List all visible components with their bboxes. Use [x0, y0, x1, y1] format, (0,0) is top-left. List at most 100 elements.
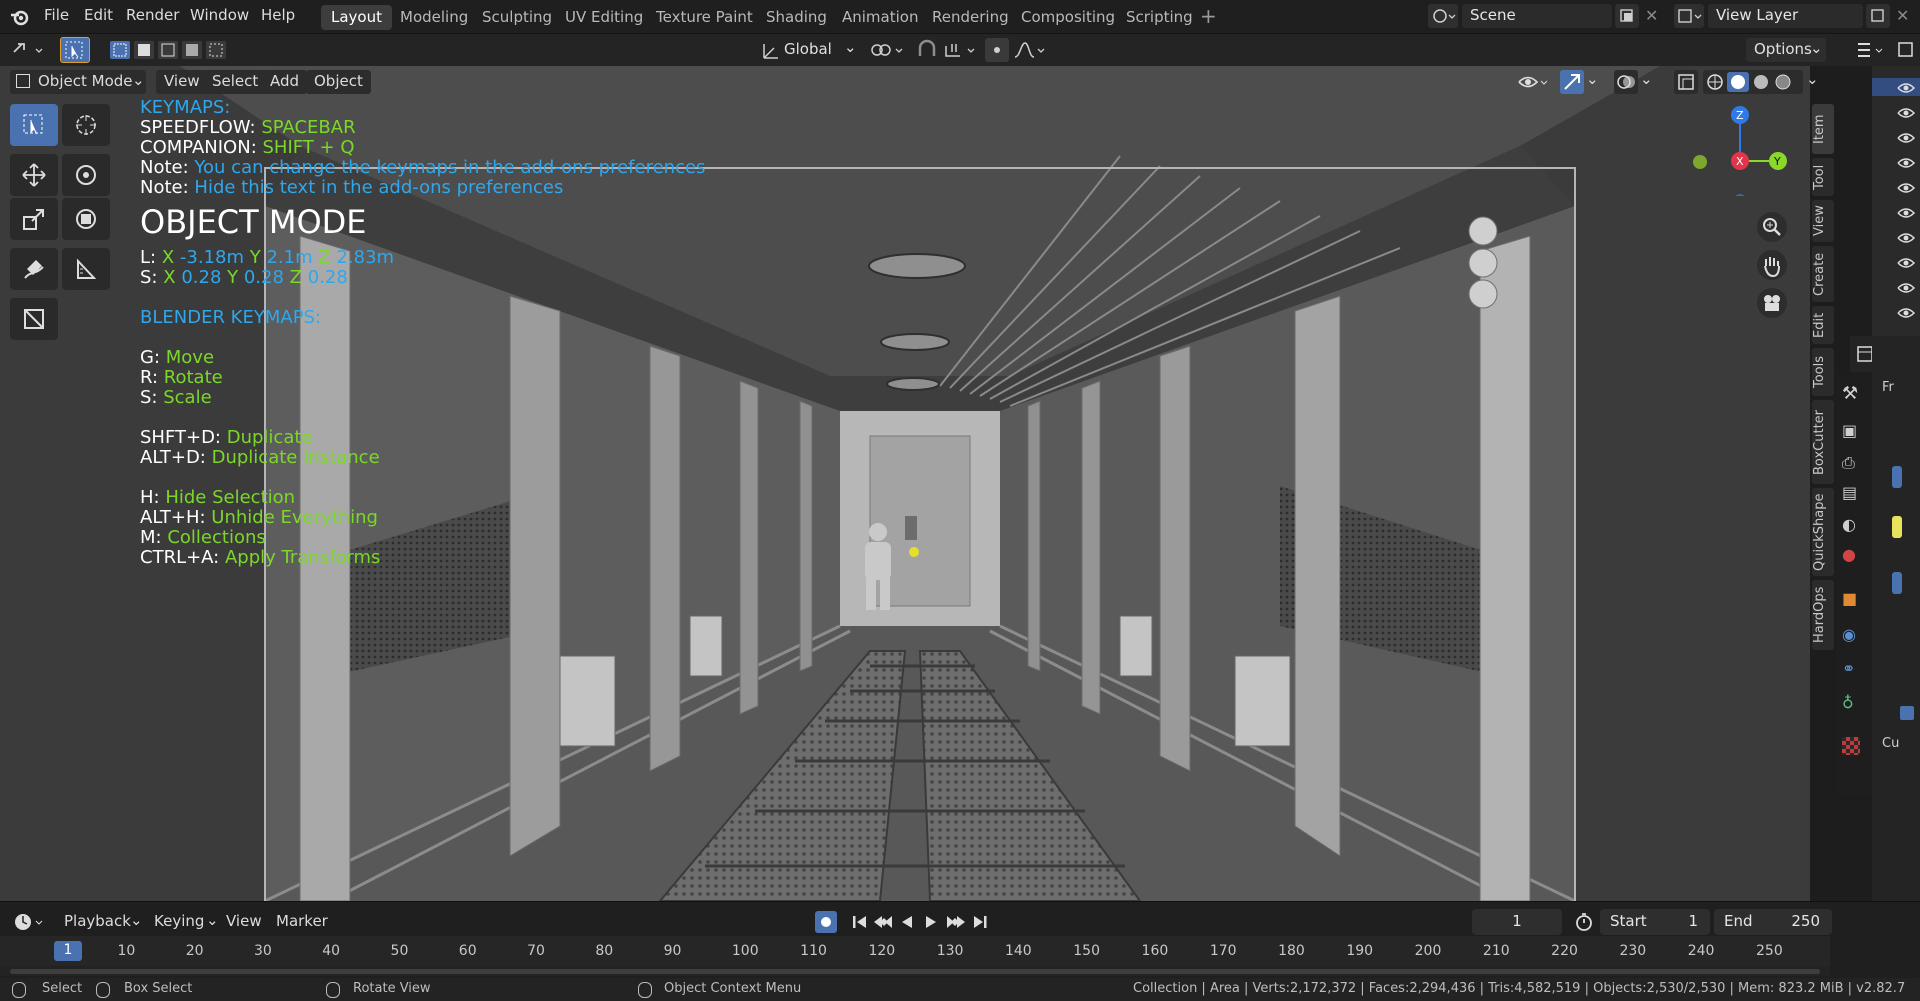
sidebar-tab-item[interactable]: Item — [1812, 104, 1834, 154]
scrollbar-thumb[interactable] — [10, 969, 1820, 974]
eye-icon[interactable] — [1896, 130, 1916, 146]
jump-end-icon[interactable] — [970, 910, 990, 934]
outliner-editor-type-icon[interactable] — [1854, 38, 1888, 62]
timeline-editor-type-icon[interactable] — [12, 910, 48, 934]
remove-view-layer-icon[interactable]: ✕ — [1896, 6, 1909, 25]
menu-edit[interactable]: Edit — [84, 6, 113, 24]
selection-mode-group[interactable] — [110, 39, 230, 61]
eye-icon[interactable] — [1896, 230, 1916, 246]
eye-icon[interactable] — [1896, 80, 1916, 96]
play-icon[interactable] — [921, 910, 941, 934]
eye-icon[interactable] — [1896, 155, 1916, 171]
object-data-properties-icon[interactable]: ♁ — [1842, 693, 1854, 712]
tab-compositing[interactable]: Compositing — [1011, 5, 1125, 30]
sidebar-tab-tool[interactable]: Tool — [1812, 158, 1834, 196]
end-frame-field[interactable]: End 250 — [1714, 909, 1832, 935]
stopwatch-icon[interactable] — [1572, 910, 1596, 934]
add-cube-tool-icon[interactable] — [10, 298, 58, 340]
gizmo-dropdown-icon[interactable]: ⌄ — [1586, 70, 1604, 94]
world-properties-icon[interactable]: ● — [1842, 545, 1856, 564]
tab-rendering[interactable]: Rendering — [922, 5, 1019, 30]
output-properties-icon[interactable]: ⎙ — [1842, 453, 1855, 473]
current-frame-field[interactable]: 1 — [1472, 909, 1562, 935]
view-layer-browse-icon[interactable] — [1674, 4, 1704, 28]
snap-toggle-icon[interactable] — [914, 38, 940, 62]
3d-viewport[interactable]: KEYMAPS: SPEEDFLOW: SPACEBAR COMPANION: … — [0, 66, 1810, 901]
visibility-dropdown-icon[interactable] — [1516, 70, 1550, 94]
proportional-edit-icon[interactable] — [985, 38, 1009, 62]
overlays-toggle-icon[interactable] — [1614, 70, 1638, 94]
keying-dropdown[interactable]: Keying ⌄ — [148, 910, 222, 934]
move-tool-icon[interactable] — [10, 154, 58, 196]
falloff-icon[interactable] — [1012, 38, 1048, 62]
xray-toggle-icon[interactable] — [1674, 70, 1698, 94]
add-workspace-icon[interactable]: + — [1200, 4, 1217, 28]
play-reverse-icon[interactable] — [897, 910, 917, 934]
view-layer-properties-icon[interactable]: ▤ — [1842, 483, 1857, 502]
measure-tool-icon[interactable] — [62, 248, 110, 290]
physics-properties-icon[interactable]: ◉ — [1842, 625, 1856, 644]
select-box-tool-icon[interactable] — [10, 104, 58, 146]
timeline-view-menu[interactable]: View — [226, 912, 262, 930]
tab-sculpting[interactable]: Sculpting — [472, 5, 562, 30]
tab-layout[interactable]: Layout — [321, 5, 392, 30]
start-frame-field[interactable]: Start 1 — [1600, 909, 1710, 935]
menu-add[interactable]: Add — [262, 70, 308, 94]
cursor-tool-icon[interactable] — [62, 104, 110, 146]
new-view-layer-icon[interactable] — [1866, 4, 1890, 28]
sidebar-tab-create[interactable]: Create — [1812, 246, 1834, 302]
constraints-properties-icon[interactable]: ⚭ — [1842, 659, 1855, 678]
props-slider-blue[interactable] — [1892, 466, 1902, 488]
blender-logo-icon[interactable] — [10, 7, 30, 27]
object-properties-icon[interactable]: ■ — [1842, 589, 1857, 608]
navigation-gizmo[interactable]: Z Y X — [1685, 86, 1795, 206]
mode-dropdown[interactable]: Object Mode ⌄ — [10, 70, 146, 94]
timeline-scrollbar[interactable] — [0, 966, 1830, 976]
sidebar-tab-tools[interactable]: Tools — [1812, 348, 1834, 396]
tab-texture-paint[interactable]: Texture Paint — [646, 5, 763, 30]
sidebar-tab-view[interactable]: View — [1812, 200, 1834, 242]
timeline-marker-menu[interactable]: Marker — [276, 912, 328, 930]
rotate-tool-icon[interactable] — [62, 154, 110, 196]
pivot-point-icon[interactable] — [868, 38, 908, 62]
zoom-icon[interactable] — [1757, 212, 1787, 242]
new-scene-icon[interactable] — [1615, 4, 1639, 28]
scale-tool-icon[interactable] — [10, 198, 58, 240]
eye-icon[interactable] — [1896, 280, 1916, 296]
jump-keyframe-back-icon[interactable] — [872, 910, 894, 934]
menu-help[interactable]: Help — [261, 6, 295, 24]
eye-icon[interactable] — [1896, 180, 1916, 196]
sidebar-tab-boxcutter[interactable]: BoxCutter — [1812, 400, 1834, 484]
tab-animation[interactable]: Animation — [832, 5, 928, 30]
eye-icon[interactable] — [1896, 255, 1916, 271]
tool-settings-icon[interactable]: ⚒ — [1842, 383, 1858, 404]
render-properties-icon[interactable]: ▣ — [1842, 421, 1857, 440]
transform-tool-icon[interactable] — [62, 198, 110, 240]
shading-mode-group[interactable] — [1703, 70, 1803, 94]
outliner-filter-icon[interactable] — [1894, 38, 1918, 62]
sidebar-tab-hardops[interactable]: HardOps — [1812, 580, 1834, 650]
checkbox-checked[interactable] — [1900, 706, 1914, 720]
eye-icon[interactable] — [1896, 305, 1916, 321]
scene-browse-icon[interactable] — [1428, 4, 1458, 28]
sidebar-tab-quickshape[interactable]: QuickShape — [1812, 488, 1834, 576]
shading-dropdown-icon[interactable]: ⌄ — [1806, 70, 1824, 94]
menu-view[interactable]: View — [156, 70, 208, 94]
props-slider-yellow[interactable] — [1892, 516, 1902, 538]
jump-keyframe-forward-icon[interactable] — [945, 910, 967, 934]
overlays-dropdown-icon[interactable]: ⌄ — [1640, 70, 1658, 94]
jump-start-icon[interactable] — [850, 910, 870, 934]
playback-dropdown[interactable]: Playback ⌄ — [58, 910, 144, 934]
sidebar-tab-edit[interactable]: Edit — [1812, 306, 1834, 344]
menu-window[interactable]: Window — [190, 6, 249, 24]
pan-hand-icon[interactable] — [1757, 250, 1787, 280]
transform-orientation-dropdown[interactable]: Global ⌄ — [784, 38, 857, 62]
remove-scene-icon[interactable]: ✕ — [1645, 6, 1658, 25]
scene-name-field[interactable]: Scene — [1462, 4, 1612, 28]
menu-object[interactable]: Object — [306, 70, 371, 94]
menu-render[interactable]: Render — [126, 6, 179, 24]
props-slider-blue-2[interactable] — [1892, 572, 1902, 594]
options-dropdown[interactable]: Options ⌄ — [1746, 38, 1826, 62]
menu-file[interactable]: File — [44, 6, 69, 24]
scene-properties-icon[interactable]: ◐ — [1842, 515, 1856, 534]
